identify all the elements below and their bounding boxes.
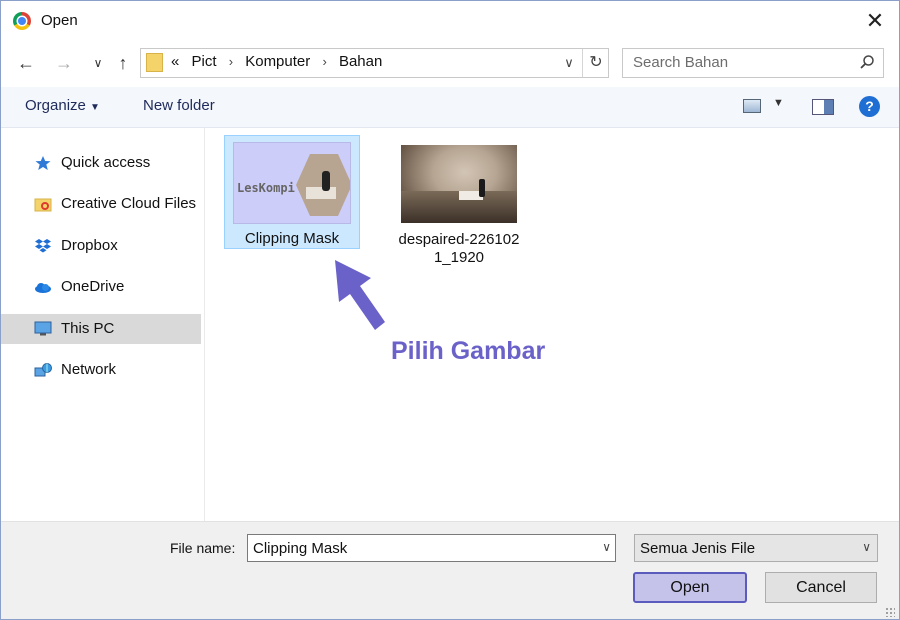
file-name-line-1: despaired-226102	[398, 231, 520, 248]
file-type-select[interactable]: Semua Jenis File ∨	[634, 534, 878, 562]
figure-shape	[322, 171, 330, 191]
breadcrumb-komputer[interactable]: Komputer	[245, 53, 310, 70]
chevron-down-icon[interactable]: ∨	[559, 52, 579, 74]
chevron-down-icon[interactable]: ∨	[602, 540, 611, 554]
monitor-icon	[34, 321, 52, 336]
help-icon[interactable]: ?	[859, 96, 880, 117]
file-item-despaired[interactable]	[401, 145, 517, 223]
sidebar-item-onedrive[interactable]: OneDrive	[1, 272, 201, 302]
title-bar: Open ✕	[1, 1, 899, 41]
open-button[interactable]: Open	[633, 572, 747, 603]
caret-down-icon[interactable]: ▼	[773, 97, 784, 109]
organize-label: Organize	[25, 97, 86, 114]
chevron-right-icon: ›	[228, 54, 234, 69]
sidebar-item-this-pc[interactable]: This PC	[1, 314, 201, 344]
file-name-label[interactable]: despaired-226102 1_1920	[391, 231, 527, 267]
search-icon[interactable]	[859, 54, 875, 74]
desk-shape	[306, 187, 336, 199]
new-folder-button[interactable]: New folder	[143, 97, 215, 114]
change-view-icon[interactable]	[743, 99, 761, 113]
sidebar-item-label: Network	[61, 361, 117, 378]
chevron-down-icon[interactable]: ∨	[85, 50, 111, 76]
resize-grip-icon[interactable]	[885, 607, 895, 617]
file-item-clipping-mask[interactable]: LesKompi Clipping Mask	[224, 135, 360, 249]
breadcrumb-pict[interactable]: Pict	[192, 53, 217, 70]
address-bar[interactable]: « Pict › Komputer › Bahan ∨ ↻	[140, 48, 609, 78]
thumbnail-logo-text: LesKompi	[237, 181, 295, 195]
cancel-button[interactable]: Cancel	[765, 572, 877, 603]
sidebar-item-network[interactable]: Network	[1, 355, 201, 385]
file-name-field[interactable]: Clipping Mask ∨	[247, 534, 616, 562]
chrome-logo-icon	[13, 12, 31, 30]
file-name-line-2: 1_1920	[433, 249, 485, 266]
onedrive-cloud-icon	[35, 283, 51, 293]
arrow-up-icon[interactable]: ↑	[110, 50, 136, 76]
open-dialog: Open ✕ ← → ∨ ↑ « Pict › Komputer › Bahan…	[0, 0, 900, 620]
arrow-left-icon[interactable]: ←	[13, 50, 39, 76]
organize-button[interactable]: Organize ▼	[25, 97, 100, 114]
figure-shape	[479, 179, 485, 197]
dropbox-icon	[35, 239, 51, 253]
command-bar: Organize ▼ New folder ▼ ?	[1, 87, 899, 128]
annotation-text: Pilih Gambar	[391, 337, 546, 365]
preview-pane-icon[interactable]	[812, 99, 834, 115]
file-type-value: Semua Jenis File	[640, 540, 756, 557]
sidebar-item-creative-cloud[interactable]: Creative Cloud Files	[1, 189, 201, 219]
star-icon	[35, 156, 51, 170]
file-name-value: Clipping Mask	[253, 540, 348, 557]
search-input[interactable]: Search Bahan	[622, 48, 884, 78]
network-icon	[34, 363, 52, 377]
sidebar-item-label: This PC	[61, 320, 115, 337]
chevron-down-icon: ∨	[862, 540, 871, 554]
sidebar-item-label: Creative Cloud Files	[61, 195, 197, 212]
annotation-arrow-icon	[335, 260, 385, 330]
file-name-field-label: File name:	[170, 540, 236, 556]
breadcrumb: « Pict › Komputer › Bahan	[171, 53, 390, 70]
arrow-right-icon[interactable]: →	[51, 50, 77, 76]
sidebar-item-label: OneDrive	[61, 278, 125, 295]
chevron-right-icon: ›	[322, 54, 327, 69]
file-thumbnail: LesKompi	[233, 142, 351, 224]
caret-down-icon: ▼	[90, 102, 100, 113]
sidebar-item-label: Dropbox	[61, 237, 118, 254]
sidebar-item-label: Quick access	[61, 154, 151, 171]
file-name-label: Clipping Mask	[244, 230, 340, 247]
sidebar-item-dropbox[interactable]: Dropbox	[1, 231, 201, 261]
breadcrumb-overflow[interactable]: «	[171, 53, 179, 70]
refresh-icon[interactable]: ↻	[582, 49, 609, 77]
window-title: Open	[41, 12, 78, 29]
breadcrumb-bahan[interactable]: Bahan	[339, 53, 382, 70]
search-placeholder: Search Bahan	[633, 54, 729, 71]
sidebar-item-quick-access[interactable]: Quick access	[1, 148, 201, 178]
close-icon[interactable]: ✕	[861, 7, 889, 35]
folder-icon	[146, 53, 163, 72]
dialog-footer: File name: Clipping Mask ∨ Semua Jenis F…	[1, 521, 899, 619]
creative-cloud-folder-icon	[34, 198, 52, 212]
navigation-pane: Quick access Creative Cloud Files Dropbo…	[1, 128, 205, 521]
